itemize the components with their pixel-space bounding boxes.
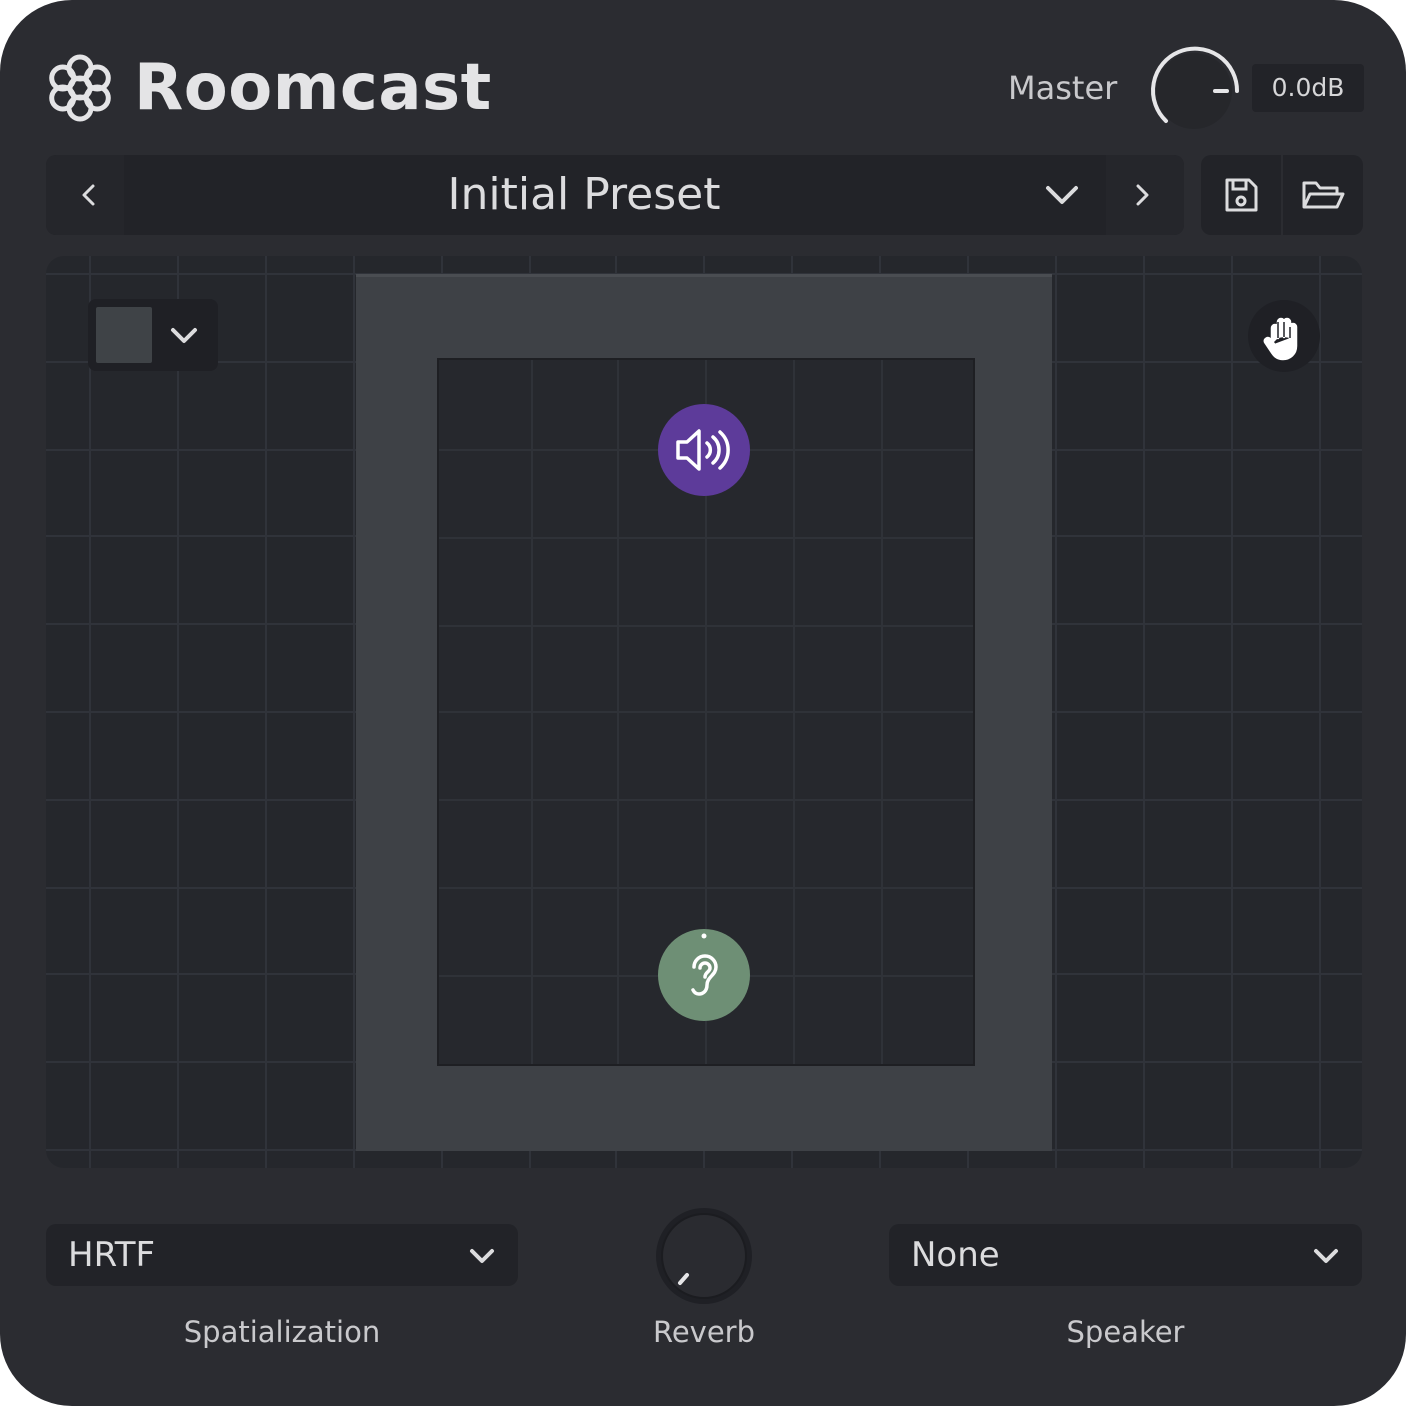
room-canvas[interactable] xyxy=(46,256,1362,1168)
spatialization-label: Spatialization xyxy=(183,1315,381,1349)
speaker-select[interactable]: None xyxy=(889,1224,1362,1286)
reverb-label: Reverb xyxy=(652,1315,756,1349)
listener-node[interactable] xyxy=(658,929,750,1021)
hand-icon xyxy=(1263,317,1298,361)
preset-dropdown-chevron-down-icon[interactable] xyxy=(1038,175,1086,215)
speaker-value: None xyxy=(911,1235,1000,1275)
flower-hexagon-icon xyxy=(44,52,116,124)
room-color-select[interactable] xyxy=(88,299,218,371)
folder-open-icon xyxy=(1302,181,1345,209)
save-icon xyxy=(1225,178,1258,212)
reverb-knob[interactable] xyxy=(652,1204,756,1308)
app-title: Roomcast xyxy=(134,51,492,125)
room-color-swatch xyxy=(96,307,152,363)
save-preset-button[interactable] xyxy=(1201,155,1281,235)
ear-icon xyxy=(691,933,718,996)
chevron-right-icon xyxy=(1136,184,1149,206)
chevron-down-icon xyxy=(164,315,204,355)
preset-name[interactable]: Initial Preset xyxy=(124,155,1124,235)
preset-name-label: Initial Preset xyxy=(447,169,721,220)
pan-tool-button[interactable] xyxy=(1248,300,1320,372)
plugin-window: Roomcast Master 0.0dB Initial Preset HRT… xyxy=(0,0,1406,1406)
spatialization-select[interactable]: HRTF xyxy=(46,1224,518,1286)
chevron-down-icon xyxy=(464,1237,500,1273)
spatialization-value: HRTF xyxy=(68,1235,156,1275)
speaker-source-node[interactable] xyxy=(658,404,750,496)
chevron-down-icon xyxy=(1308,1237,1344,1273)
speaker-volume-icon xyxy=(676,429,730,471)
master-value-display[interactable]: 0.0dB xyxy=(1252,64,1364,112)
speaker-label: Speaker xyxy=(1066,1315,1185,1349)
preset-bar: Initial Preset xyxy=(46,155,1184,235)
master-volume-knob[interactable] xyxy=(1145,42,1243,140)
open-preset-button[interactable] xyxy=(1283,155,1363,235)
chevron-left-icon xyxy=(82,184,95,206)
master-label: Master xyxy=(1008,69,1118,107)
preset-prev-button[interactable] xyxy=(46,155,124,235)
preset-next-button[interactable] xyxy=(1106,155,1184,235)
